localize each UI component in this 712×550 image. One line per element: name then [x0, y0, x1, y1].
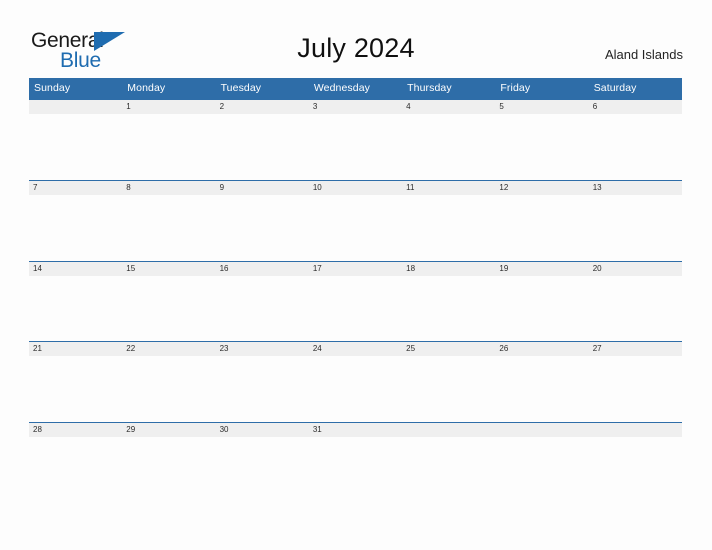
day-cell[interactable] — [495, 437, 588, 502]
day-cell[interactable] — [216, 437, 309, 502]
day-number[interactable]: 14 — [29, 262, 122, 276]
day-cell[interactable] — [589, 356, 682, 421]
week-row: 14 15 16 17 18 19 20 — [29, 260, 682, 342]
day-cell[interactable] — [29, 437, 122, 502]
day-cell[interactable] — [495, 276, 588, 341]
day-cell[interactable] — [402, 356, 495, 421]
day-cell[interactable] — [122, 356, 215, 421]
weekday-header-thursday: Thursday — [407, 82, 452, 94]
day-cell[interactable] — [122, 195, 215, 260]
day-cell[interactable] — [402, 276, 495, 341]
day-number[interactable] — [29, 100, 122, 114]
weekday-header-saturday: Saturday — [593, 82, 637, 94]
day-cell[interactable] — [122, 276, 215, 341]
weekday-header-row: Sunday Monday Tuesday Wednesday Thursday… — [29, 78, 682, 99]
day-cell[interactable] — [216, 114, 309, 179]
weekday-header-tuesday: Tuesday — [220, 82, 262, 94]
day-cell[interactable] — [122, 114, 215, 179]
week-row: 7 8 9 10 11 12 13 — [29, 179, 682, 261]
day-number[interactable]: 4 — [402, 100, 495, 114]
calendar-table: Sunday Monday Tuesday Wednesday Thursday… — [29, 78, 682, 503]
day-number[interactable]: 21 — [29, 342, 122, 356]
day-number[interactable]: 29 — [122, 423, 215, 437]
day-cell[interactable] — [402, 195, 495, 260]
week-body — [29, 194, 682, 261]
day-number[interactable]: 6 — [589, 100, 682, 114]
page-header: General Blue July 2024 Aland Islands — [0, 0, 712, 76]
week-row: 21 22 23 24 25 26 27 — [29, 341, 682, 422]
weekday-header-sunday: Sunday — [34, 82, 71, 94]
day-number[interactable]: 25 — [402, 342, 495, 356]
day-number-strip: 21 22 23 24 25 26 27 — [29, 342, 682, 357]
day-number-strip: 1 2 3 4 5 6 — [29, 100, 682, 114]
day-cell[interactable] — [589, 114, 682, 179]
day-cell[interactable] — [589, 437, 682, 502]
day-number[interactable]: 5 — [495, 100, 588, 114]
day-number[interactable]: 2 — [216, 100, 309, 114]
day-cell[interactable] — [29, 276, 122, 341]
day-cell[interactable] — [216, 195, 309, 260]
day-cell[interactable] — [309, 437, 402, 502]
day-number[interactable]: 18 — [402, 262, 495, 276]
day-number[interactable]: 28 — [29, 423, 122, 437]
day-cell[interactable] — [589, 195, 682, 260]
day-number-strip: 14 15 16 17 18 19 20 — [29, 261, 682, 276]
weekday-header-friday: Friday — [500, 82, 531, 94]
day-number[interactable]: 17 — [309, 262, 402, 276]
day-number[interactable]: 16 — [216, 262, 309, 276]
day-number[interactable]: 20 — [589, 262, 682, 276]
week-row: 28 29 30 31 — [29, 422, 682, 503]
day-number[interactable]: 13 — [589, 181, 682, 195]
weekday-header-monday: Monday — [127, 82, 166, 94]
day-cell[interactable] — [309, 356, 402, 421]
day-number[interactable]: 8 — [122, 181, 215, 195]
day-cell[interactable] — [122, 437, 215, 502]
day-number[interactable]: 1 — [122, 100, 215, 114]
week-body — [29, 114, 682, 180]
day-cell[interactable] — [29, 356, 122, 421]
day-number[interactable]: 12 — [495, 181, 588, 195]
day-number[interactable]: 30 — [216, 423, 309, 437]
day-cell[interactable] — [216, 276, 309, 341]
day-number-strip: 7 8 9 10 11 12 13 — [29, 180, 682, 195]
day-cell[interactable] — [309, 195, 402, 260]
day-cell[interactable] — [309, 114, 402, 179]
day-number[interactable]: 23 — [216, 342, 309, 356]
day-cell[interactable] — [495, 356, 588, 421]
day-number[interactable] — [495, 423, 588, 437]
day-number[interactable] — [402, 423, 495, 437]
weekday-header-wednesday: Wednesday — [313, 82, 371, 94]
day-number[interactable]: 3 — [309, 100, 402, 114]
locale-label: Aland Islands — [604, 47, 683, 62]
day-cell[interactable] — [589, 276, 682, 341]
week-body — [29, 275, 682, 341]
day-number[interactable]: 9 — [216, 181, 309, 195]
day-cell[interactable] — [216, 356, 309, 421]
day-cell[interactable] — [495, 195, 588, 260]
day-number-strip: 28 29 30 31 — [29, 423, 682, 438]
day-number[interactable]: 26 — [495, 342, 588, 356]
day-number[interactable]: 27 — [589, 342, 682, 356]
day-cell[interactable] — [402, 114, 495, 179]
day-number[interactable]: 7 — [29, 181, 122, 195]
day-cell[interactable] — [29, 195, 122, 260]
day-cell[interactable] — [309, 276, 402, 341]
day-number[interactable]: 24 — [309, 342, 402, 356]
day-number[interactable]: 19 — [495, 262, 588, 276]
day-cell[interactable] — [495, 114, 588, 179]
day-number[interactable]: 31 — [309, 423, 402, 437]
week-body — [29, 437, 682, 503]
week-row: 1 2 3 4 5 6 — [29, 99, 682, 180]
day-number[interactable] — [589, 423, 682, 437]
day-cell[interactable] — [402, 437, 495, 502]
day-number[interactable]: 15 — [122, 262, 215, 276]
day-number[interactable]: 11 — [402, 181, 495, 195]
week-body — [29, 356, 682, 422]
day-cell[interactable] — [29, 114, 122, 179]
day-number[interactable]: 22 — [122, 342, 215, 356]
day-number[interactable]: 10 — [309, 181, 402, 195]
